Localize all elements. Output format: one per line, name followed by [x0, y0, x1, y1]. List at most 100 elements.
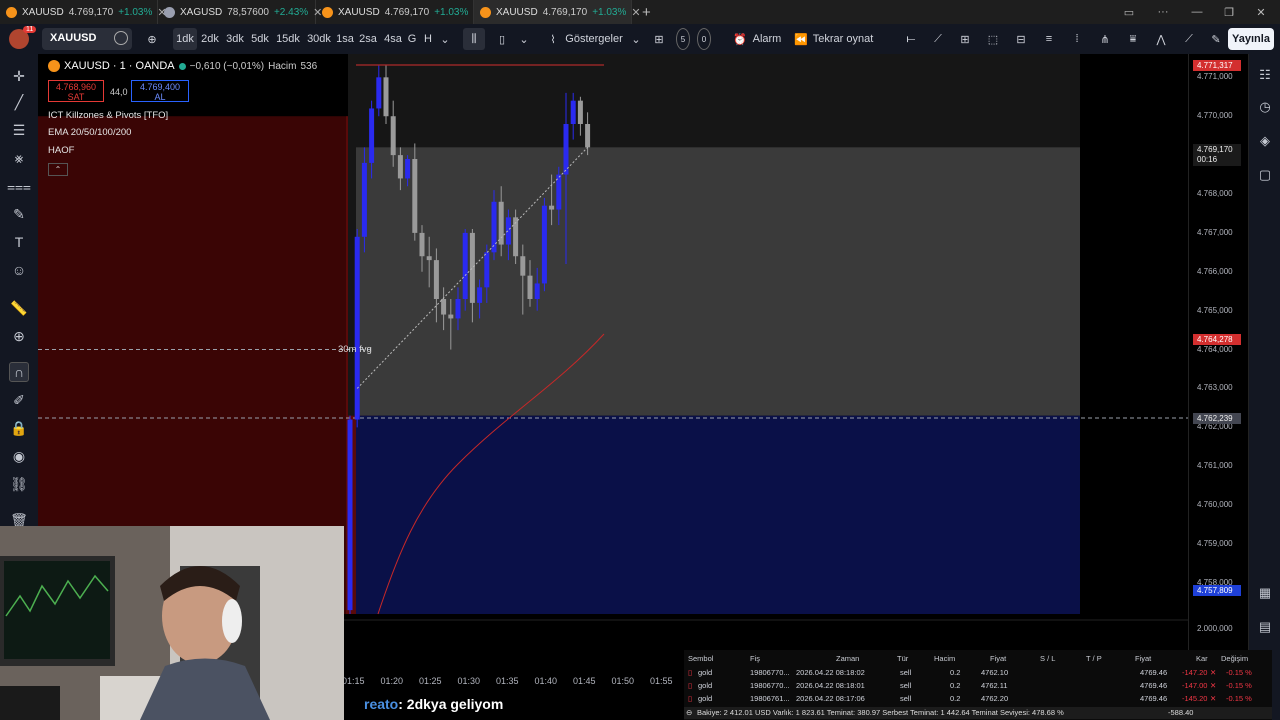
link-icon[interactable]: ⛓	[9, 474, 29, 494]
chat-icon[interactable]: ▢	[1256, 166, 1274, 184]
browser-tab[interactable]: XAGUSD 78,57600 +2.43% ✕	[158, 0, 322, 24]
browser-tab[interactable]: XAUUSD 4.769,170 +1.03% ✕	[0, 0, 167, 24]
calendar-icon[interactable]: ▦	[1256, 584, 1274, 602]
more-icon[interactable]: ···	[1146, 0, 1180, 24]
replay-button[interactable]: Tekrar oynat	[812, 28, 874, 50]
window-close-icon[interactable]: ✕	[1244, 0, 1278, 24]
magnet-icon[interactable]: ∩	[9, 362, 29, 382]
interval-5dk[interactable]: 5dk	[249, 28, 271, 50]
candle-body	[520, 256, 526, 276]
header-ticket[interactable]: Fiş	[750, 654, 760, 663]
brush-icon[interactable]: ✎	[9, 204, 29, 224]
prediction-icon[interactable]: ⩶	[7, 176, 31, 196]
chart-type-icon[interactable]: ▯	[494, 28, 510, 50]
buy-button[interactable]: 4.769,400 AL	[131, 80, 189, 102]
interval-2dk[interactable]: 2dk	[199, 28, 221, 50]
header-change[interactable]: Değişim	[1221, 654, 1248, 663]
interval-15dk[interactable]: 15dk	[274, 28, 302, 50]
minimize-icon[interactable]: —	[1180, 0, 1214, 24]
header-time[interactable]: Zaman	[836, 654, 859, 663]
header-volume[interactable]: Hacim	[934, 654, 955, 663]
indicator-haof[interactable]: HAOF	[48, 145, 74, 156]
interval-1sa[interactable]: 1sa	[336, 28, 354, 50]
table-row[interactable]: ▯ gold 19806770... 2026.04.22 08:18:01 sell 0…	[684, 679, 1272, 692]
trend-line-icon[interactable]: ╱	[9, 92, 29, 112]
ruler-icon[interactable]: 📏	[9, 298, 29, 318]
symbol-search[interactable]: XAUUSD	[42, 28, 132, 50]
emoji-icon[interactable]: ☺	[9, 260, 29, 280]
interval-G[interactable]: G	[406, 28, 418, 50]
indicator-ema[interactable]: EMA 20/50/100/200	[48, 127, 131, 138]
path-icon[interactable]: ⋀	[1152, 28, 1170, 50]
lock-icon[interactable]: 🔒	[9, 418, 29, 438]
header-tp[interactable]: T / P	[1086, 654, 1102, 663]
sell-button[interactable]: 4.768,960 SAT	[48, 80, 104, 102]
maximize-icon[interactable]: ❐	[1212, 0, 1246, 24]
alarm-button[interactable]: Alarm	[752, 28, 782, 50]
trend-line-icon[interactable]: ⟋	[929, 28, 947, 50]
indicator-count-b[interactable]: 0	[697, 28, 711, 50]
collapse-legend-button[interactable]: ⌃	[48, 163, 68, 176]
candles-icon[interactable]: ⫼	[463, 28, 485, 50]
compare-icon[interactable]	[114, 31, 128, 45]
pen-icon[interactable]: ✎	[1207, 28, 1225, 50]
notes-icon[interactable]: ▤	[1256, 618, 1274, 636]
pattern-icon[interactable]: ⨳	[9, 148, 29, 168]
fib-icon[interactable]: ☰	[9, 120, 29, 140]
fib-channel-icon[interactable]: ⩸	[1124, 28, 1142, 50]
text-icon[interactable]: T	[9, 232, 29, 252]
chevron-down-icon[interactable]: ⌄	[438, 28, 452, 50]
chevron-down-icon[interactable]: ⌄	[517, 28, 531, 50]
time-axis[interactable]: 01:15 01:20 01:25 01:30 01:35 01:40 01:45 01:50…	[342, 672, 684, 692]
zoom-icon[interactable]: ⊕	[9, 326, 29, 346]
templates-icon[interactable]: ⊞	[651, 28, 667, 50]
close-position-icon[interactable]: ✕	[1210, 694, 1216, 703]
table-row[interactable]: ▯ gold 19806761... 2026.04.22 08:17:06 sell 0…	[684, 692, 1272, 705]
header-price[interactable]: Fiyat	[990, 654, 1006, 663]
header-profit[interactable]: Kar	[1196, 654, 1208, 663]
indicators-button[interactable]: Göstergeler	[565, 28, 622, 50]
interval-4sa[interactable]: 4sa	[382, 28, 404, 50]
legend-title-row[interactable]: XAUUSD · 1 · OANDA −0,610 (−0,01%) Hacim…	[48, 60, 317, 72]
footer-collapse-icon[interactable]: ⊖	[686, 708, 692, 717]
header-current[interactable]: Fiyat	[1135, 654, 1151, 663]
horizontal-line-icon[interactable]: ⟝	[902, 28, 920, 50]
browser-tab[interactable]: XAUUSD 4.769,170 +1.03% ✕	[316, 0, 483, 24]
close-position-icon[interactable]: ✕	[1210, 668, 1216, 677]
vertical-line-icon[interactable]: ⁞	[1070, 28, 1084, 50]
pitchfork-icon[interactable]: ⋔	[1096, 28, 1114, 50]
price-axis[interactable]: 4.771,0004.770,0004.769,0004.768,0004.76…	[1188, 54, 1248, 650]
crosshair-icon[interactable]: ✛	[9, 66, 29, 86]
publish-button[interactable]: Yayınla	[1228, 28, 1274, 50]
header-type[interactable]: Tür	[897, 654, 908, 663]
browser-tab-active[interactable]: XAUUSD 4.769,170 +1.03% ✕	[474, 0, 641, 24]
close-position-icon[interactable]: ✕	[1210, 681, 1216, 690]
lock-drawing-icon[interactable]: ✐	[9, 390, 29, 410]
cast-icon[interactable]: ▭	[1112, 0, 1146, 24]
new-tab-button[interactable]: +	[632, 4, 661, 21]
header-symbol[interactable]: Sembol	[688, 654, 713, 663]
alarm-icon[interactable]: ⏰	[732, 28, 748, 50]
alerts-clock-icon[interactable]: ◷	[1256, 98, 1274, 116]
add-symbol-icon[interactable]: ⊕	[144, 28, 160, 50]
interval-3dk[interactable]: 3dk	[224, 28, 246, 50]
watchlist-icon[interactable]: ☷	[1256, 66, 1274, 84]
grid-icon[interactable]: ⊞	[956, 28, 974, 50]
rectangle-icon[interactable]: ⬚	[984, 28, 1002, 50]
interval-H[interactable]: H	[422, 28, 434, 50]
interval-1dk[interactable]: 1dk	[173, 28, 197, 50]
header-sl[interactable]: S / L	[1040, 654, 1055, 663]
indicator-count-a[interactable]: 5	[676, 28, 690, 50]
replay-icon[interactable]: ⏪	[794, 28, 808, 50]
long-position-icon[interactable]: ⊟	[1012, 28, 1030, 50]
table-row[interactable]: ▯ gold 19806770... 2026.04.22 08:18:02 sell 0…	[684, 666, 1272, 679]
interval-30dk[interactable]: 30dk	[305, 28, 333, 50]
fib-icon[interactable]: ≡	[1040, 28, 1058, 50]
indicators-icon[interactable]: ⌇	[545, 28, 561, 50]
eye-icon[interactable]: ◉	[9, 446, 29, 466]
chevron-down-icon[interactable]: ⌄	[629, 28, 643, 50]
interval-2sa[interactable]: 2sa	[358, 28, 378, 50]
layers-icon[interactable]: ◈	[1256, 132, 1274, 150]
brush-icon[interactable]: ⟋	[1180, 28, 1198, 50]
indicator-ict-killzones[interactable]: ICT Killzones & Pivots [TFO]	[48, 110, 168, 121]
